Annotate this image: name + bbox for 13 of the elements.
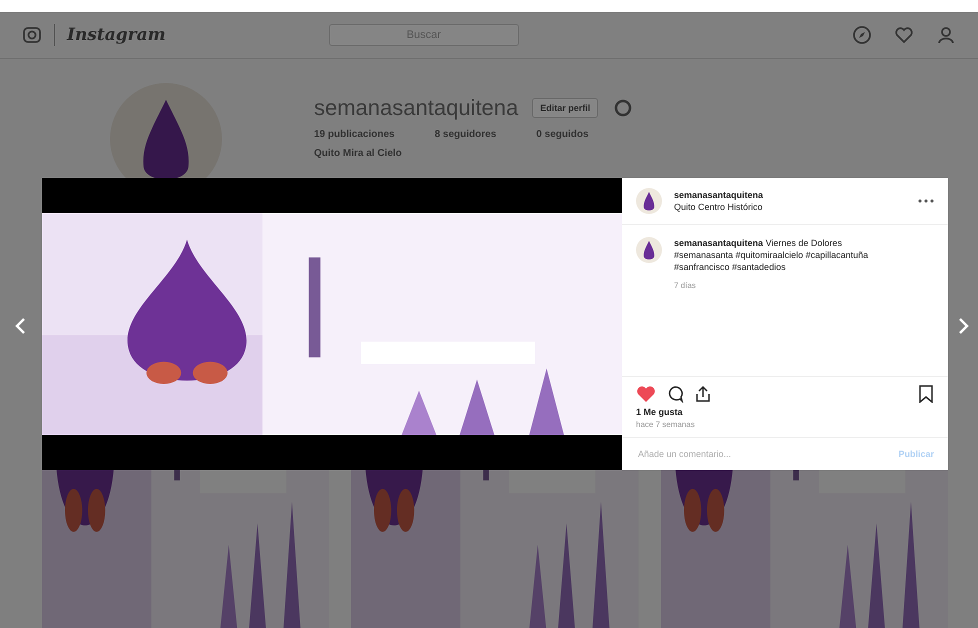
profile-username: semanasantaquitena (314, 95, 518, 121)
likes-count[interactable]: 1 Me gusta (622, 403, 948, 417)
profile-stat[interactable]: 19 publicaciones (314, 129, 395, 140)
edit-profile-button[interactable]: Editar perfil (532, 98, 598, 118)
profile-stat[interactable]: 8 seguidores (434, 129, 496, 140)
profile-stat[interactable]: 0 seguidos (536, 129, 589, 140)
caption-time: 7 días (674, 281, 697, 292)
instagram-logo[interactable]: Instagram (67, 25, 166, 45)
post-location[interactable]: Quito Centro Histórico (674, 202, 906, 212)
post-time: hace 7 semanas (635, 419, 696, 431)
profile-bio: Quito Mira al Cielo (314, 148, 403, 159)
post-caption: semanasantaquitena Viernes de Dolores #semanasanta #quitomiraalcielo #capillacantuña #sanfrancisco #santadedios (674, 237, 870, 274)
post-username[interactable]: semanasantaquitena (674, 190, 906, 200)
